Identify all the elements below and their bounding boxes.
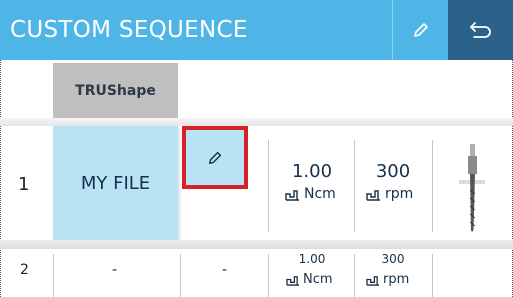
header-bar: CUSTOM SEQUENCE [0, 0, 513, 60]
return-arrow-icon [469, 22, 491, 38]
column-divider [432, 254, 433, 297]
column-header-file-system: TRUShape [53, 63, 178, 118]
column-divider [53, 254, 54, 297]
edit-file-button[interactable]: - [222, 262, 227, 278]
torque-unit-label: Ncm [286, 272, 333, 287]
row-divider [0, 118, 513, 126]
torque-icon [286, 275, 299, 286]
row-index: 2 [20, 262, 29, 278]
column-divider [354, 254, 355, 297]
speed-unit-label: rpm [366, 272, 409, 287]
torque-value[interactable]: 1.00 [280, 161, 344, 182]
file-select-cell[interactable]: MY FILE [53, 126, 178, 240]
edit-file-button[interactable] [182, 126, 248, 189]
pencil-icon [208, 151, 222, 164]
column-divider [268, 140, 269, 232]
row-index: 1 [18, 174, 30, 195]
edit-sequence-button[interactable] [392, 0, 448, 60]
back-button[interactable] [448, 0, 513, 60]
speed-unit: rpm [383, 272, 410, 287]
pencil-icon [413, 23, 428, 37]
page-title: CUSTOM SEQUENCE [10, 17, 248, 43]
column-divider [432, 140, 433, 232]
column-divider [268, 254, 269, 297]
speed-icon [366, 275, 379, 286]
torque-unit-label: Ncm [285, 186, 336, 202]
speed-unit: rpm [385, 186, 414, 202]
torque-unit: Ncm [304, 186, 336, 202]
row-divider [0, 240, 513, 249]
column-divider [180, 254, 181, 297]
speed-value[interactable]: 300 [362, 252, 424, 266]
column-divider [354, 140, 355, 232]
torque-value[interactable]: 1.00 [280, 252, 344, 266]
speed-value[interactable]: 300 [362, 161, 424, 182]
torque-unit: Ncm [303, 272, 333, 287]
file-select-cell[interactable]: - [112, 262, 117, 278]
frame-left-border [0, 60, 1, 297]
speed-icon [366, 189, 380, 201]
torque-icon [285, 189, 299, 201]
speed-unit-label: rpm [366, 186, 413, 202]
endodontic-file-icon [459, 144, 485, 232]
